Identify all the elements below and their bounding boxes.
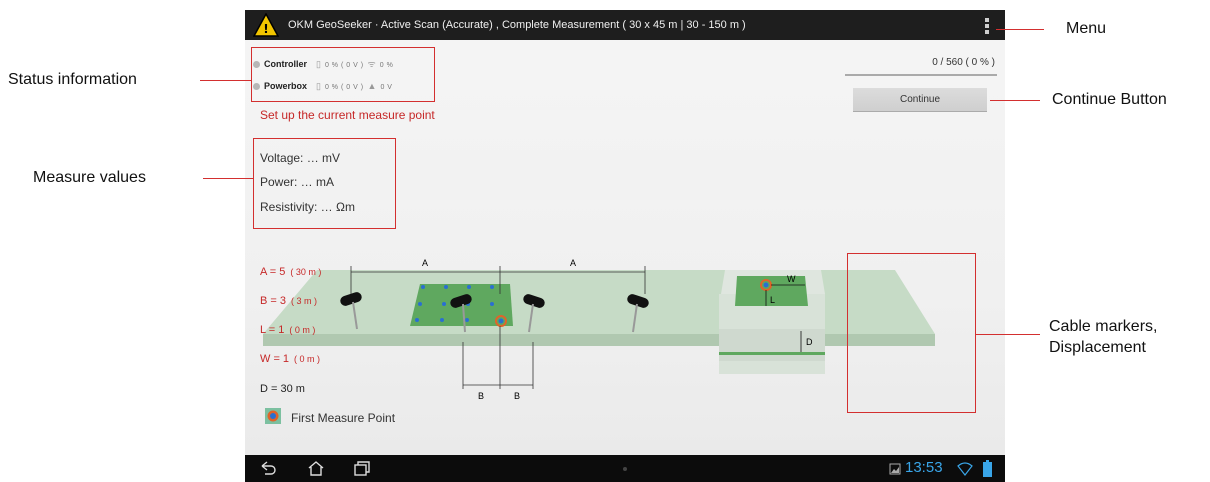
home-icon[interactable] <box>307 460 325 477</box>
image-notification-icon <box>889 463 901 475</box>
cable-w: W = 1 ( 0 m ) <box>260 353 320 365</box>
svg-text:!: ! <box>263 22 268 36</box>
navigation-bar: 13:53 <box>245 455 1005 482</box>
back-icon[interactable] <box>259 461 277 477</box>
cable-callout-line <box>976 334 1040 335</box>
wifi-icon <box>957 462 973 476</box>
progress-bar <box>845 74 997 76</box>
status-information-annotation: Status information <box>8 71 137 88</box>
cable-b-distance: ( 3 m ) <box>291 296 317 306</box>
cross-section-l-label: L <box>770 295 775 305</box>
cable-markers-highlight <box>847 253 976 413</box>
cable-d-value: D = 30 m <box>260 383 305 395</box>
title-bar: ! OKM GeoSeeker · Active Scan (Accurate)… <box>245 10 1005 40</box>
nav-center-dot <box>623 467 627 471</box>
app-title: OKM GeoSeeker · Active Scan (Accurate) ,… <box>288 19 746 31</box>
cable-w-value: W = 1 <box>260 353 290 365</box>
cable-b: B = 3 ( 3 m ) <box>260 295 317 307</box>
cross-section-d-label: D <box>806 337 813 347</box>
warning-triangle-icon: ! <box>253 13 279 37</box>
first-measure-point-icon <box>265 408 281 424</box>
cable-w-distance: ( 0 m ) <box>294 354 321 364</box>
progress-text: 0 / 560 ( 0 % ) <box>932 57 995 68</box>
menu-callout-line <box>996 29 1044 30</box>
measure-values-annotation: Measure values <box>33 169 146 186</box>
dimension-a-label: A <box>570 258 576 268</box>
displacement-annotation: Displacement <box>1049 339 1146 356</box>
dimension-a-label: A <box>422 258 428 268</box>
cable-l: L = 1 ( 0 m ) <box>260 324 315 336</box>
battery-icon <box>983 460 992 477</box>
measure-values-highlight <box>253 138 396 229</box>
cable-a: A = 5 ( 30 m ) <box>260 266 321 278</box>
ground-plate-edge <box>263 334 935 346</box>
cable-l-distance: ( 0 m ) <box>289 325 316 335</box>
cable-b-value: B = 3 <box>260 295 286 307</box>
cable-l-value: L = 1 <box>260 324 285 336</box>
overflow-menu-icon[interactable] <box>985 18 989 36</box>
continue-button-annotation: Continue Button <box>1052 91 1167 108</box>
setup-message: Set up the current measure point <box>260 108 435 122</box>
clock: 13:53 <box>905 459 943 476</box>
cable-d: D = 30 m <box>260 383 305 395</box>
cable-a-value: A = 5 <box>260 266 286 278</box>
cross-section-w-label: W <box>787 274 796 284</box>
recent-apps-icon[interactable] <box>353 460 371 477</box>
continue-button[interactable]: Continue <box>853 88 987 112</box>
status-information-highlight <box>251 47 435 102</box>
cable-markers-annotation: Cable markers, <box>1049 318 1158 335</box>
measure-callout-line <box>203 178 253 179</box>
legend-label: First Measure Point <box>291 411 396 425</box>
continue-callout-line <box>990 100 1040 101</box>
dimension-b-label: B <box>514 391 520 401</box>
cross-section-block <box>719 270 825 374</box>
dimension-b-label: B <box>478 391 484 401</box>
ground-plate <box>263 270 935 334</box>
status-callout-line <box>200 80 251 81</box>
menu-annotation: Menu <box>1066 20 1107 37</box>
cable-a-distance: ( 30 m ) <box>290 267 322 277</box>
